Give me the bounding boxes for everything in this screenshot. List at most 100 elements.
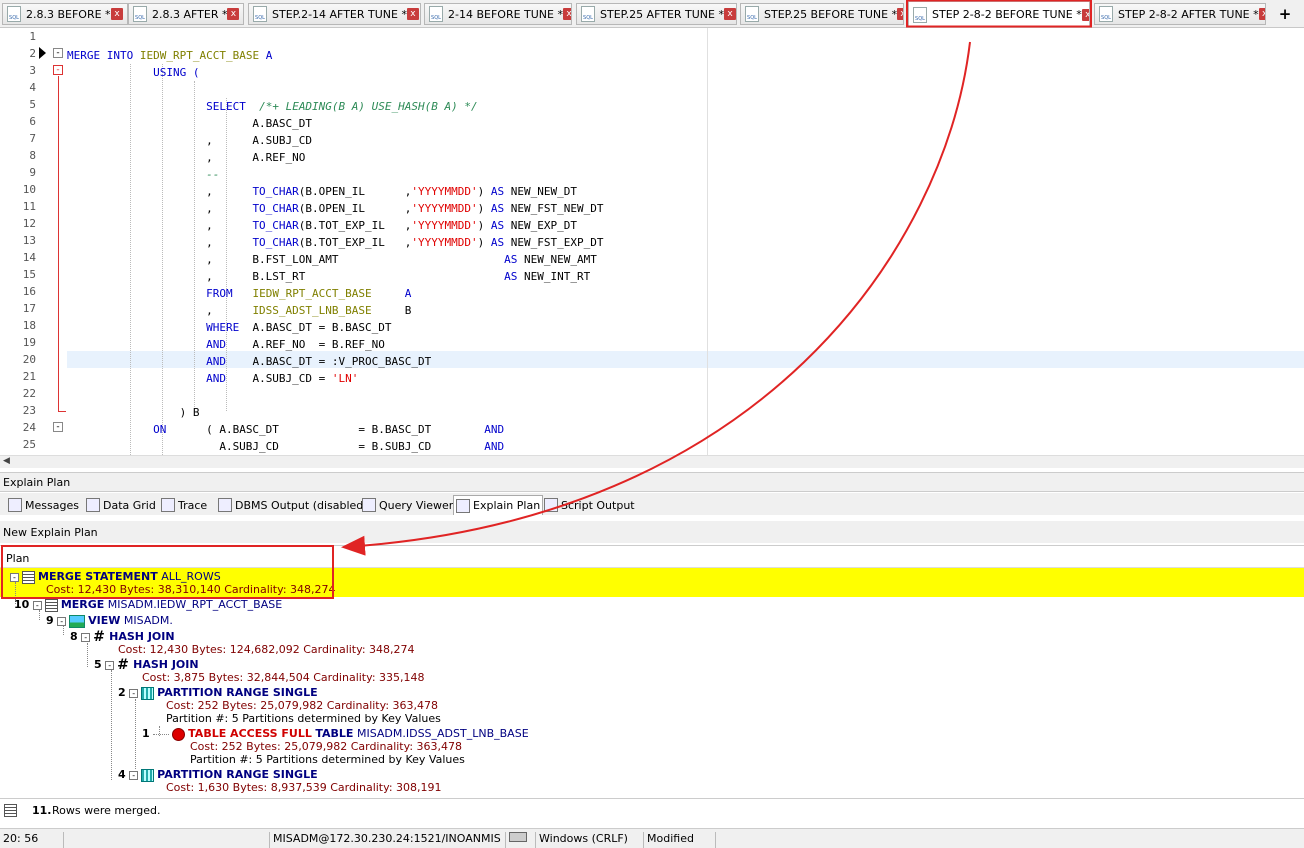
plan-node-hash-join[interactable]: 5 - # HASH JOIN xyxy=(94,658,199,672)
sql-file-icon: SQL xyxy=(253,6,267,22)
table-access-icon xyxy=(172,727,186,741)
tab-step-2-8-2-after-tune[interactable]: SQL STEP 2-8-2 AFTER TUNE * x xyxy=(1094,3,1266,25)
plan-node-merge[interactable]: 10 - MERGE MISADM.IEDW_RPT_ACCT_BASE xyxy=(14,598,282,612)
collapse-icon[interactable]: - xyxy=(57,616,67,626)
plan-node-table-access-full[interactable]: 1 TABLE ACCESS FULL TABLE MISADM.IDSS_AD… xyxy=(142,727,529,741)
collapse-icon[interactable]: - xyxy=(129,688,139,698)
line-number: 22 xyxy=(22,387,36,400)
tab-script-output[interactable]: Script Output xyxy=(542,495,637,515)
collapse-icon[interactable]: - xyxy=(32,600,42,610)
script-output-icon xyxy=(544,498,558,512)
explain-plan-icon xyxy=(456,498,470,513)
tab-2-8-3-before[interactable]: SQL 2.8.3 BEFORE * x xyxy=(2,3,128,25)
plan-node-partition-info: Partition #: 5 Partitions determined by … xyxy=(190,753,465,766)
line-number: 19 xyxy=(22,336,36,349)
sql-editor[interactable]: 1 2 3 4 5 6 7 8 9 10 11 12 13 14 15 16 1… xyxy=(0,28,1304,455)
keyboard-icon xyxy=(506,832,536,848)
collapse-icon[interactable]: - xyxy=(81,632,91,642)
tab-label: Trace xyxy=(178,498,208,512)
tab-2-14-before-tune[interactable]: SQL 2-14 BEFORE TUNE * x xyxy=(424,3,572,25)
plan-node-view[interactable]: 9 - VIEW MISADM. xyxy=(46,614,173,628)
tab-explain-plan[interactable]: Explain Plan xyxy=(453,495,544,515)
fold-toggle-icon[interactable]: - xyxy=(53,48,63,58)
code-line: , IDSS_ADST_LNB_BASE B xyxy=(67,304,412,317)
code-line: ) B xyxy=(67,406,200,419)
fold-toggle-icon[interactable]: - xyxy=(53,65,63,75)
tab-step-2-14-after-tune[interactable]: SQL STEP.2-14 AFTER TUNE * x xyxy=(248,3,421,25)
code-line: , TO_CHAR(B.OPEN_IL ,'YYYYMMDD') AS NEW_… xyxy=(67,185,577,198)
plan-node-details: Cost: 12,430 Bytes: 38,310,140 Cardinali… xyxy=(46,583,336,596)
code-line: WHERE A.BASC_DT = B.BASC_DT xyxy=(206,321,392,334)
hash-join-icon: # xyxy=(93,628,105,645)
plan-node-partition-range[interactable]: 2 - PARTITION RANGE SINGLE xyxy=(118,686,318,700)
close-icon[interactable]: x xyxy=(897,8,903,20)
tab-trace[interactable]: Trace xyxy=(159,495,209,515)
plan-node-details: Cost: 252 Bytes: 25,079,982 Cardinality:… xyxy=(166,699,439,712)
plan-node-hash-join[interactable]: 8 - # HASH JOIN xyxy=(70,630,175,644)
tab-label: STEP 2-8-2 BEFORE TUNE * xyxy=(932,8,1082,21)
close-icon[interactable]: x xyxy=(111,8,123,20)
tab-label: STEP.25 BEFORE TUNE * xyxy=(764,7,898,21)
tab-messages[interactable]: Messages xyxy=(6,495,81,515)
line-number: 12 xyxy=(22,217,36,230)
code-line: , TO_CHAR(B.TOT_EXP_IL ,'YYYYMMDD') AS N… xyxy=(67,236,604,249)
line-number: 9 xyxy=(29,166,36,179)
scroll-left-icon[interactable]: ◀ xyxy=(3,456,10,466)
plan-node-merge-statement[interactable]: - MERGE STATEMENT ALL_ROWS xyxy=(10,570,221,584)
plan-node-partition-range[interactable]: 4 - PARTITION RANGE SINGLE xyxy=(118,768,318,782)
dbms-output-icon xyxy=(218,498,232,512)
close-icon[interactable]: x xyxy=(723,8,736,20)
fold-region-line xyxy=(58,76,59,411)
code-line: , A.SUBJ_CD xyxy=(67,134,313,147)
modified-status: Modified xyxy=(644,832,716,848)
tree-connector xyxy=(153,733,170,735)
tab-query-viewer[interactable]: Query Viewer xyxy=(360,495,455,515)
close-icon[interactable]: x xyxy=(1081,8,1089,21)
close-icon[interactable]: x xyxy=(1258,8,1265,20)
collapse-icon[interactable]: - xyxy=(10,572,19,582)
tab-step-2-8-2-before-tune[interactable]: SQL STEP 2-8-2 BEFORE TUNE * x xyxy=(908,1,1090,27)
horizontal-scrollbar[interactable]: ◀ xyxy=(0,455,1304,468)
sql-file-icon: SQL xyxy=(133,6,147,22)
message-bar: 11. Rows were merged. xyxy=(0,798,1304,822)
code-line: -- xyxy=(206,168,220,181)
tab-label: STEP.25 AFTER TUNE * xyxy=(600,7,724,21)
tab-step-25-after-tune[interactable]: SQL STEP.25 AFTER TUNE * x xyxy=(576,3,737,25)
tab-dbms-output[interactable]: DBMS Output (disabled) xyxy=(216,495,370,515)
collapse-icon[interactable]: - xyxy=(105,660,115,670)
close-icon[interactable]: x xyxy=(562,8,571,20)
fold-toggle-icon[interactable]: - xyxy=(53,422,63,432)
tree-line xyxy=(87,643,88,667)
collapse-icon[interactable]: - xyxy=(129,770,139,780)
new-explain-plan-label: New Explain Plan xyxy=(0,521,1304,543)
explain-plan-tree[interactable]: Plan - MERGE STATEMENT ALL_ROWS Cost: 12,… xyxy=(0,545,1304,798)
trace-icon xyxy=(161,498,175,512)
tab-step-25-before-tune[interactable]: SQL STEP.25 BEFORE TUNE * x xyxy=(740,3,904,25)
status-bar: 20: 56 MISADM@172.30.230.24:1521/INOANMI… xyxy=(0,828,1304,848)
view-icon xyxy=(69,614,86,628)
sql-file-icon: SQL xyxy=(429,6,443,22)
sql-file-icon: SQL xyxy=(581,6,595,22)
tab-2-8-3-after[interactable]: SQL 2.8.3 AFTER * x xyxy=(128,3,244,25)
code-line: USING ( xyxy=(153,66,200,79)
tab-data-grid[interactable]: Data Grid xyxy=(84,495,158,515)
line-number: 20 xyxy=(22,353,36,366)
sql-file-icon: SQL xyxy=(913,6,927,23)
line-number: 17 xyxy=(22,302,36,315)
close-icon[interactable]: x xyxy=(227,8,240,20)
connection-info[interactable]: MISADM@172.30.230.24:1521/INOANMIS xyxy=(270,832,506,848)
add-tab-button[interactable]: + xyxy=(1272,4,1298,24)
line-number: 2 xyxy=(29,47,36,60)
panel-title: Explain Plan xyxy=(0,472,1304,492)
editor-tab-bar: SQL 2.8.3 BEFORE * x SQL 2.8.3 AFTER * x… xyxy=(0,0,1304,28)
code-line: FROM IEDW_RPT_ACCT_BASE A xyxy=(206,287,412,300)
code-line: , A.REF_NO xyxy=(67,151,306,164)
close-icon[interactable]: x xyxy=(406,8,419,20)
sql-file-icon: SQL xyxy=(1099,6,1113,22)
code-line: SELECT /*+ LEADING(B A) USE_HASH(B A) */ xyxy=(206,100,478,113)
line-number: 4 xyxy=(29,81,36,94)
code-line: AND A.REF_NO = B.REF_NO xyxy=(206,338,385,351)
tab-label: 2.8.3 BEFORE * xyxy=(26,7,111,21)
status-empty-1 xyxy=(64,832,270,848)
line-number: 5 xyxy=(29,98,36,111)
